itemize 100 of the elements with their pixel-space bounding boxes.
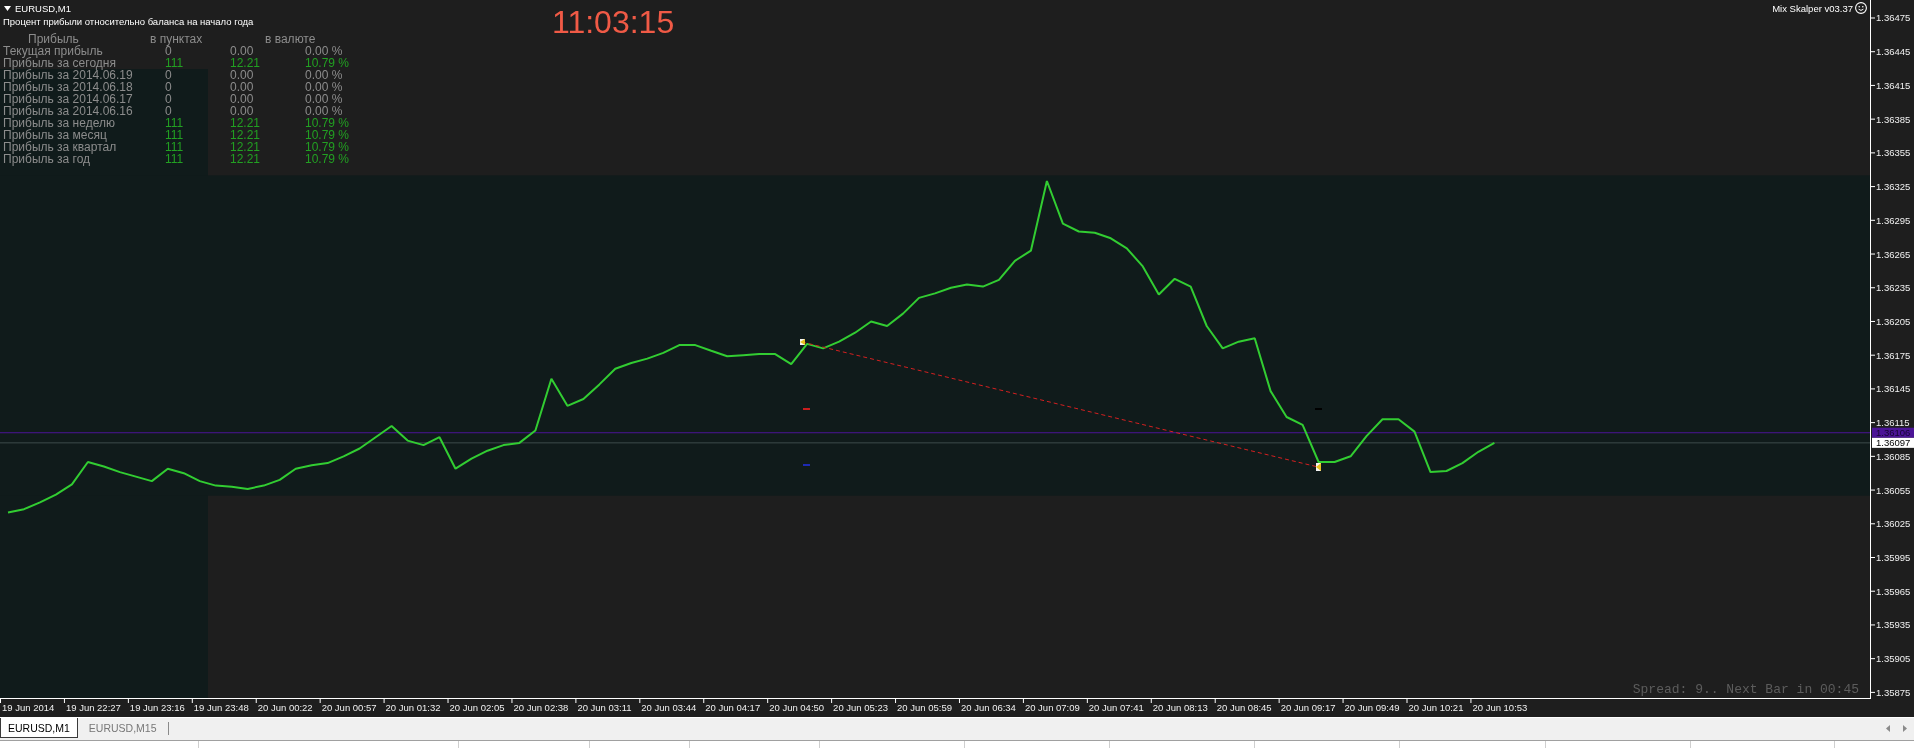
expert-name: Mix Skalper v03.37 (1772, 2, 1853, 14)
percent-value: 0.00 % (305, 81, 344, 93)
price-label: 1.36355 (1876, 147, 1911, 159)
percent-value: 0.00 % (305, 69, 344, 81)
time-label: 20 Jun 00:57 (321, 702, 377, 713)
row-label: Прибыль за 2014.06.17 (3, 93, 134, 105)
time-label: 20 Jun 04:17 (705, 702, 761, 713)
price-label: 1.36475 (1876, 12, 1911, 24)
column-header: Прибыль (28, 33, 80, 45)
time-label: 20 Jun 09:49 (1344, 702, 1400, 713)
points-value: 111 (165, 57, 185, 69)
row-label: Прибыль за неделю (3, 117, 116, 129)
row-label: Прибыль за 2014.06.18 (3, 81, 134, 93)
percent-value: 10.79 % (305, 141, 350, 153)
price-label: 1.36325 (1876, 181, 1911, 193)
currency-value: 0.00 (230, 93, 255, 105)
smiley-icon[interactable] (1855, 2, 1867, 14)
arrow-marker-icon (800, 339, 805, 345)
percent-value: 0.00 % (305, 105, 344, 117)
time-label: 19 Jun 22:27 (65, 702, 121, 713)
currency-value: 12.21 (230, 153, 262, 165)
price-label: 1.36085 (1876, 450, 1911, 462)
points-value: 111 (165, 129, 185, 141)
time-label: 20 Jun 03:44 (641, 702, 697, 713)
time-label: 20 Jun 10:53 (1472, 702, 1528, 713)
time-label: 20 Jun 08:45 (1216, 702, 1272, 713)
price-label: 1.36175 (1876, 349, 1911, 361)
time-label: 19 Jun 23:16 (129, 702, 185, 713)
percent-value: 10.79 % (305, 57, 350, 69)
chart-tab[interactable]: EURUSD,M15 (77, 718, 168, 738)
points-value: 0 (165, 69, 173, 81)
price-label: 1.35965 (1876, 585, 1911, 597)
points-value: 111 (165, 141, 185, 153)
time-label: 20 Jun 02:38 (513, 702, 569, 713)
ref-line-label: 1.36097 (1876, 437, 1911, 449)
dash-icon (803, 408, 810, 410)
price-label: 1.36205 (1876, 315, 1911, 327)
currency-value: 0.00 (230, 105, 255, 117)
ref-line-label: 1.36106 (1876, 427, 1911, 439)
currency-value: 12.21 (230, 57, 262, 69)
time-label: 20 Jun 01:32 (385, 702, 441, 713)
row-label: Прибыль за квартал (3, 141, 118, 153)
time-label: 20 Jun 07:41 (1088, 702, 1144, 713)
arrow-marker-icon (1316, 463, 1321, 471)
row-label: Прибыль за год (3, 153, 91, 165)
price-label: 1.36295 (1876, 214, 1911, 226)
percent-value: 10.79 % (305, 153, 350, 165)
points-value: 0 (165, 81, 173, 93)
row-label: Прибыль за месяц (3, 129, 107, 141)
points-value: 111 (165, 153, 185, 165)
currency-value: 0.00 (230, 81, 255, 93)
price-label: 1.36235 (1876, 282, 1911, 294)
percent-value: 0.00 % (305, 93, 344, 105)
time-label: 20 Jun 09:17 (1280, 702, 1336, 713)
currency-value: 12.21 (230, 129, 262, 141)
time-label: 19 Jun 2014 (2, 702, 55, 713)
price-label: 1.36145 (1876, 383, 1911, 395)
price-label: 1.36415 (1876, 79, 1911, 91)
indicator-subtitle: Процент прибыли относительно баланса на начало года (2, 16, 255, 27)
price-label: 1.36025 (1876, 518, 1911, 530)
time-label: 20 Jun 08:13 (1152, 702, 1208, 713)
scroll-right-icon[interactable] (1903, 724, 1907, 732)
row-label: Прибыль за 2014.06.16 (3, 105, 134, 117)
points-value: 0 (165, 93, 173, 105)
price-label: 1.36055 (1876, 484, 1911, 496)
points-value: 0 (165, 105, 173, 117)
price-label: 1.35875 (1876, 686, 1911, 698)
time-label: 20 Jun 03:11 (577, 702, 632, 713)
price-label: 1.35995 (1876, 552, 1911, 563)
percent-value: 10.79 % (305, 117, 350, 129)
time-label: 20 Jun 05:23 (833, 702, 889, 713)
price-label: 1.36265 (1876, 248, 1911, 260)
scroll-left-icon[interactable] (1886, 724, 1890, 732)
caret-icon[interactable] (4, 5, 11, 11)
chart-tab[interactable]: EURUSD,M1 (0, 718, 78, 738)
price-label: 1.36445 (1876, 46, 1911, 58)
percent-value: 10.79 % (305, 129, 350, 141)
time-label: 20 Jun 05:59 (897, 702, 952, 713)
currency-value: 12.21 (230, 117, 262, 129)
time-label: 20 Jun 10:21 (1408, 702, 1464, 713)
row-label: Прибыль за сегодня (3, 57, 116, 69)
percent-value: 0.00 % (305, 45, 344, 57)
row-label: Прибыль за 2014.06.19 (3, 69, 134, 81)
time-label: 20 Jun 00:22 (257, 702, 313, 713)
chart-symbol: EURUSD,M1 (15, 2, 71, 14)
dash-icon (803, 464, 810, 466)
column-header: в пунктах (150, 33, 204, 45)
price-label: 1.35905 (1876, 653, 1911, 665)
price-label: 1.36385 (1876, 113, 1911, 125)
currency-value: 0.00 (230, 45, 255, 57)
time-label: 19 Jun 23:48 (193, 702, 249, 713)
clock-time: 11:03:15 (552, 6, 675, 38)
price-label: 1.36115 (1876, 417, 1910, 429)
time-label: 20 Jun 02:05 (449, 702, 505, 713)
price-tag: 1.36106 (1872, 427, 1914, 439)
time-label: 20 Jun 07:09 (1024, 702, 1080, 713)
row-label: Текущая прибыль (3, 45, 104, 57)
points-value: 0 (165, 45, 172, 57)
price-label: 1.35935 (1876, 619, 1911, 631)
currency-value: 0.00 (230, 69, 255, 81)
